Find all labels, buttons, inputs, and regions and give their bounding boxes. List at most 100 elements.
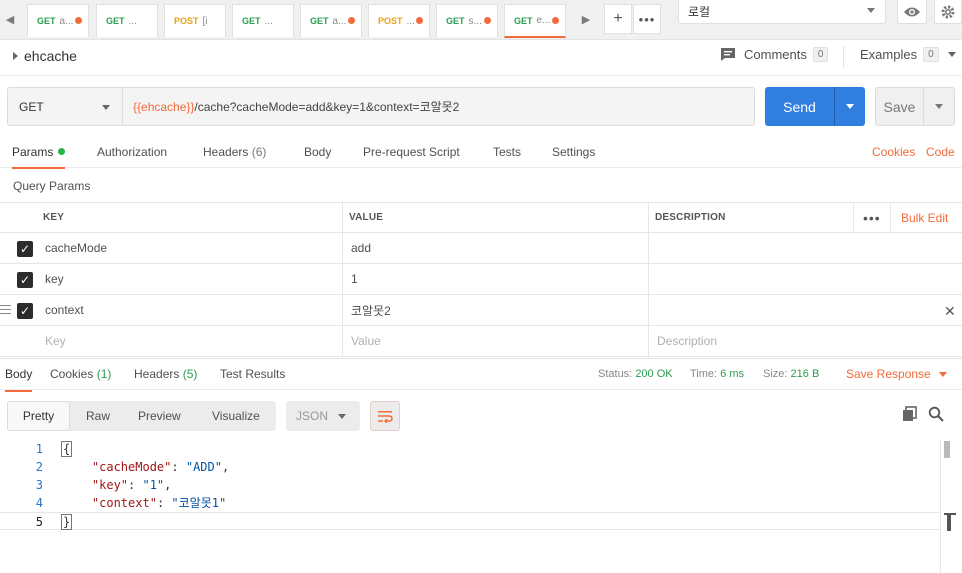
row-enabled-checkbox[interactable]: ✓ [17,241,33,257]
code-text: "context": "코알못1" [63,494,226,512]
environment-quick-look-eye-icon[interactable] [897,0,927,24]
param-value-field[interactable]: 코알못2 [351,295,391,325]
tab-options-ellipsis-icon[interactable]: ••• [633,4,661,34]
response-tab-test-results-label: Test Results [220,367,286,381]
line-number: 5 [35,515,43,529]
code-line-current: 5 } [0,512,940,530]
code-scrollbar-track[interactable] [940,440,962,573]
tab-pre-request-script[interactable]: Pre-request Script [363,145,460,159]
tab-settings[interactable]: Settings [552,145,595,159]
send-button[interactable]: Send [765,87,865,126]
request-tab[interactable]: GET a... [27,4,89,37]
json-value: "코알못1" [171,496,227,510]
json-separator: : [156,496,172,510]
save-options-chevron-down-icon[interactable] [924,104,954,109]
tab-settings-label: Settings [552,145,596,159]
request-tab[interactable]: POST [i [164,4,226,37]
response-status: Status: 200 OK [598,368,673,380]
code-scrollbar-thumb[interactable] [944,441,950,458]
response-tab-cookies[interactable]: Cookies (1) [50,367,111,381]
tab-headers-label: Headers [203,145,249,159]
wrap-lines-icon[interactable] [370,401,400,431]
tab-authorization[interactable]: Authorization [97,145,167,159]
comments-button[interactable]: Comments 0 [720,47,829,62]
tab-body[interactable]: Body [304,145,331,159]
response-format-select[interactable]: JSON [286,401,360,431]
view-preview-button[interactable]: Preview [138,401,181,431]
send-options-chevron-down-icon[interactable] [835,104,865,109]
request-tab[interactable]: GET ... [232,4,294,37]
request-title[interactable]: ehcache [13,48,77,64]
view-visualize-button[interactable]: Visualize [212,401,260,431]
new-value-input[interactable]: Value [351,326,381,356]
tab-tests[interactable]: Tests [493,145,521,159]
search-icon[interactable] [928,406,946,424]
tab-method: GET [446,16,465,26]
http-method-select[interactable]: GET [7,87,123,126]
response-tab-body[interactable]: Body [5,367,33,392]
manage-environments-gear-icon[interactable] [934,0,962,24]
request-tab[interactable]: GET s... [436,4,498,37]
unsaved-dot-icon [484,17,491,24]
code-text: "cacheMode": "ADD", [63,458,229,476]
column-options-ellipsis-icon[interactable]: ••• [863,203,881,232]
unsaved-dot-icon [75,17,82,24]
param-key-field[interactable]: cacheMode [45,233,107,263]
tab-params[interactable]: Params [12,145,66,169]
copy-icon[interactable] [902,406,920,424]
new-key-input[interactable]: Key [45,326,66,356]
time-value: 6 ms [720,368,744,380]
drag-handle-icon[interactable] [0,305,11,314]
expand-caret-icon[interactable] [13,52,18,60]
save-label: Save [883,98,916,115]
tab-headers[interactable]: Headers (6) [203,145,266,159]
examples-label: Examples [860,47,918,62]
response-body-code-viewer[interactable]: 1 { 2 "cacheMode": "ADD", 3 "key": "1", … [0,440,940,573]
save-button[interactable]: Save [875,87,955,126]
bulk-edit-link[interactable]: Bulk Edit [901,203,948,232]
request-tab[interactable]: GET ... [96,4,158,37]
param-value-field[interactable]: 1 [351,264,358,294]
scroll-tabs-left-icon[interactable]: ◀ [0,0,20,38]
column-divider [342,233,343,263]
new-description-input[interactable]: Description [657,326,717,356]
json-key: "context" [91,496,157,510]
json-separator: : [128,478,143,492]
view-pretty-button[interactable]: Pretty [7,401,70,431]
environment-select[interactable]: 로컬 [678,0,886,24]
response-headers-count: (5) [182,367,198,381]
request-tab[interactable]: GET a... [300,4,362,37]
params-active-dot-icon [58,148,66,155]
save-response-dropdown[interactable]: Save Response [846,367,947,381]
cookies-link[interactable]: Cookies [872,145,915,159]
view-raw-button[interactable]: Raw [86,401,110,431]
row-enabled-checkbox[interactable]: ✓ [17,272,33,288]
unsaved-dot-icon [348,17,355,24]
chevron-down-icon [338,414,346,419]
examples-dropdown[interactable]: Examples 0 [860,47,956,62]
new-tab-plus-icon[interactable]: + [604,4,632,34]
tab-method: GET [514,15,533,26]
code-link[interactable]: Code [926,145,955,159]
response-cookies-count: (1) [96,367,112,381]
tab-name: a... [59,15,74,27]
scroll-tabs-right-icon[interactable]: ▶ [576,0,596,38]
param-value-field[interactable]: add [351,233,371,263]
column-divider [342,203,343,232]
response-tab-test-results[interactable]: Test Results [220,367,285,381]
request-tab[interactable]: POST ... [368,4,430,37]
code-line: 2 "cacheMode": "ADD", [0,458,940,476]
examples-count-badge: 0 [923,47,939,62]
json-value: "ADD" [185,460,222,474]
tab-method: POST [174,16,199,26]
column-divider [648,264,649,294]
delete-row-close-icon[interactable]: ✕ [944,303,956,320]
row-enabled-checkbox[interactable]: ✓ [17,303,33,319]
request-url-input[interactable]: {{ehcache}}/cache?cacheMode=add&key=1&co… [122,87,755,126]
request-tab-active[interactable]: GET e... [504,4,566,38]
param-key-field[interactable]: key [45,264,64,294]
response-tab-headers[interactable]: Headers (5) [134,367,197,381]
column-divider [648,233,649,263]
line-number: 3 [35,478,43,492]
param-key-field[interactable]: context [45,295,84,325]
